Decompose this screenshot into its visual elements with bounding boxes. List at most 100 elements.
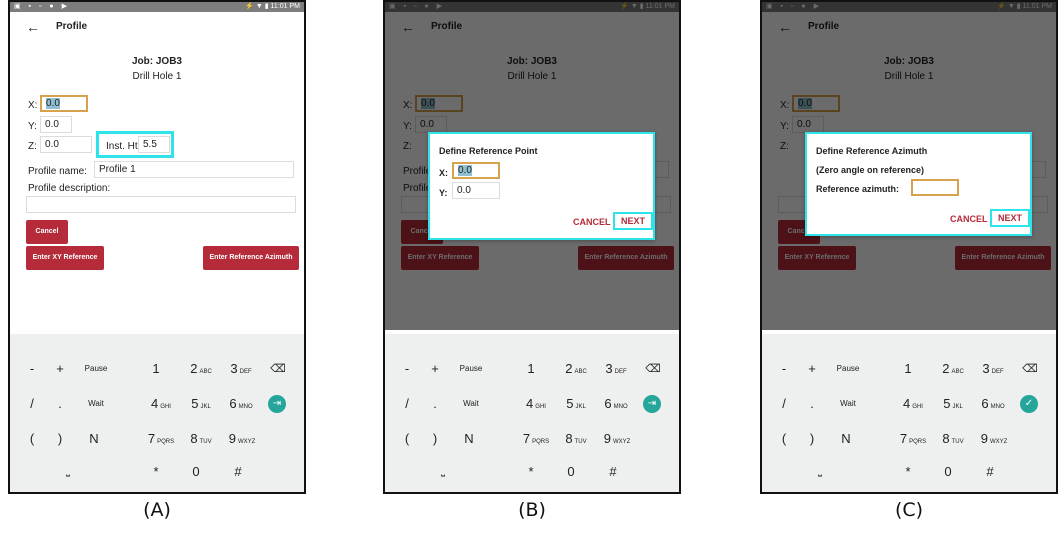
tab-next-icon[interactable]: ⇥ bbox=[268, 395, 286, 413]
key-hash[interactable]: # bbox=[226, 462, 250, 482]
key-minus[interactable]: - bbox=[399, 359, 415, 379]
key-pause[interactable]: Pause bbox=[78, 359, 114, 379]
key-star[interactable]: * bbox=[519, 462, 543, 482]
dialog-next-button[interactable]: NEXT bbox=[613, 212, 654, 230]
key-4[interactable]: 4 GHI bbox=[144, 394, 178, 414]
key-9[interactable]: 9 WXYZ bbox=[974, 429, 1014, 449]
profile-name-input[interactable]: Profile 1 bbox=[94, 161, 294, 178]
dialog-y-input[interactable]: 0.0 bbox=[452, 182, 500, 199]
key-1[interactable]: 1 bbox=[519, 359, 543, 379]
backspace-icon[interactable]: ⌫ bbox=[268, 359, 288, 379]
key-pause[interactable]: Pause bbox=[453, 359, 489, 379]
backspace-icon[interactable]: ⌫ bbox=[1020, 359, 1040, 379]
key-5-letters: JKL bbox=[200, 404, 211, 410]
z-input[interactable]: 0.0 bbox=[40, 136, 92, 153]
key-4[interactable]: 4 GHI bbox=[519, 394, 553, 414]
key-6[interactable]: 6 MNO bbox=[599, 394, 633, 414]
key-left-paren[interactable]: ( bbox=[776, 429, 792, 449]
key-0[interactable]: 0 bbox=[936, 462, 960, 482]
key-wait[interactable]: Wait bbox=[453, 394, 489, 414]
key-plus[interactable]: + bbox=[52, 359, 68, 379]
key-5[interactable]: 5 JKL bbox=[559, 394, 593, 414]
key-hash[interactable]: # bbox=[601, 462, 625, 482]
key-6[interactable]: 6 MNO bbox=[976, 394, 1010, 414]
profile-form: Job: JOB3 Drill Hole 1 X: 0.0 Y: 0.0 Z: … bbox=[10, 44, 304, 334]
dialog-cancel-button[interactable]: CANCEL bbox=[573, 217, 611, 227]
key-left-paren[interactable]: ( bbox=[399, 429, 415, 449]
backspace-icon[interactable]: ⌫ bbox=[643, 359, 663, 379]
key-right-paren[interactable]: ) bbox=[52, 429, 68, 449]
done-check-icon[interactable]: ✓ bbox=[1020, 395, 1038, 413]
key-5-digit: 5 bbox=[566, 396, 574, 411]
dialog-x-input[interactable]: 0.0 bbox=[452, 162, 500, 179]
key-7[interactable]: 7 PQRS bbox=[142, 429, 180, 449]
key-pause[interactable]: Pause bbox=[830, 359, 866, 379]
key-n[interactable]: N bbox=[457, 429, 481, 449]
key-star[interactable]: * bbox=[144, 462, 168, 482]
key-8[interactable]: 8 TUV bbox=[559, 429, 593, 449]
key-slash[interactable]: / bbox=[24, 394, 40, 414]
key-0[interactable]: 0 bbox=[559, 462, 583, 482]
enter-xy-reference-button[interactable]: Enter XY Reference bbox=[26, 246, 104, 270]
key-8[interactable]: 8 TUV bbox=[184, 429, 218, 449]
x-input[interactable]: 0.0 bbox=[40, 95, 88, 112]
key-0[interactable]: 0 bbox=[184, 462, 208, 482]
key-minus[interactable]: - bbox=[776, 359, 792, 379]
dialog-x-label: X: bbox=[439, 168, 448, 178]
key-slash[interactable]: / bbox=[776, 394, 792, 414]
key-1[interactable]: 1 bbox=[896, 359, 920, 379]
key-4[interactable]: 4 GHI bbox=[896, 394, 930, 414]
key-2-digit: 2 bbox=[942, 361, 950, 376]
y-input[interactable]: 0.0 bbox=[40, 116, 72, 133]
key-3[interactable]: 3 DEF bbox=[224, 359, 258, 379]
key-5[interactable]: 5 JKL bbox=[936, 394, 970, 414]
key-2-digit: 2 bbox=[190, 361, 198, 376]
key-9-digit: 9 bbox=[228, 431, 236, 446]
key-9[interactable]: 9 WXYZ bbox=[597, 429, 637, 449]
reference-azimuth-input[interactable] bbox=[911, 179, 959, 196]
key-9-letters: WXYZ bbox=[989, 439, 1008, 445]
key-2[interactable]: 2 ABC bbox=[936, 359, 970, 379]
dialog-next-button[interactable]: NEXT bbox=[990, 209, 1031, 227]
key-9[interactable]: 9 WXYZ bbox=[222, 429, 262, 449]
key-hash[interactable]: # bbox=[978, 462, 1002, 482]
y-label: Y: bbox=[28, 121, 37, 132]
key-right-paren[interactable]: ) bbox=[427, 429, 443, 449]
profile-name-label: Profile name: bbox=[28, 166, 87, 177]
key-dot[interactable]: . bbox=[804, 394, 820, 414]
key-left-paren[interactable]: ( bbox=[24, 429, 40, 449]
profile-description-input[interactable] bbox=[26, 196, 296, 213]
key-n[interactable]: N bbox=[82, 429, 106, 449]
key-wait[interactable]: Wait bbox=[78, 394, 114, 414]
inst-ht-input[interactable]: 5.5 bbox=[138, 136, 170, 153]
tab-next-icon[interactable]: ⇥ bbox=[643, 395, 661, 413]
key-5[interactable]: 5 JKL bbox=[184, 394, 218, 414]
key-space[interactable]: ⎵ bbox=[431, 462, 455, 482]
key-space[interactable]: ⎵ bbox=[808, 462, 832, 482]
dialog-cancel-button[interactable]: CANCEL bbox=[950, 214, 988, 224]
key-plus[interactable]: + bbox=[804, 359, 820, 379]
key-star[interactable]: * bbox=[896, 462, 920, 482]
back-arrow-icon[interactable]: ← bbox=[26, 20, 40, 34]
key-8[interactable]: 8 TUV bbox=[936, 429, 970, 449]
key-1[interactable]: 1 bbox=[144, 359, 168, 379]
key-7[interactable]: 7 PQRS bbox=[894, 429, 932, 449]
key-dot[interactable]: . bbox=[427, 394, 443, 414]
key-7[interactable]: 7 PQRS bbox=[517, 429, 555, 449]
key-2[interactable]: 2 ABC bbox=[559, 359, 593, 379]
key-slash[interactable]: / bbox=[399, 394, 415, 414]
key-space[interactable]: ⎵ bbox=[56, 462, 80, 482]
cancel-button[interactable]: Cancel bbox=[26, 220, 68, 244]
key-6[interactable]: 6 MNO bbox=[224, 394, 258, 414]
key-n[interactable]: N bbox=[834, 429, 858, 449]
key-7-digit: 7 bbox=[522, 431, 531, 446]
key-dot[interactable]: . bbox=[52, 394, 68, 414]
enter-reference-azimuth-button[interactable]: Enter Reference Azimuth bbox=[203, 246, 299, 270]
key-wait[interactable]: Wait bbox=[830, 394, 866, 414]
key-3[interactable]: 3 DEF bbox=[599, 359, 633, 379]
key-2[interactable]: 2 ABC bbox=[184, 359, 218, 379]
key-minus[interactable]: - bbox=[24, 359, 40, 379]
key-3[interactable]: 3 DEF bbox=[976, 359, 1010, 379]
key-right-paren[interactable]: ) bbox=[804, 429, 820, 449]
key-plus[interactable]: + bbox=[427, 359, 443, 379]
